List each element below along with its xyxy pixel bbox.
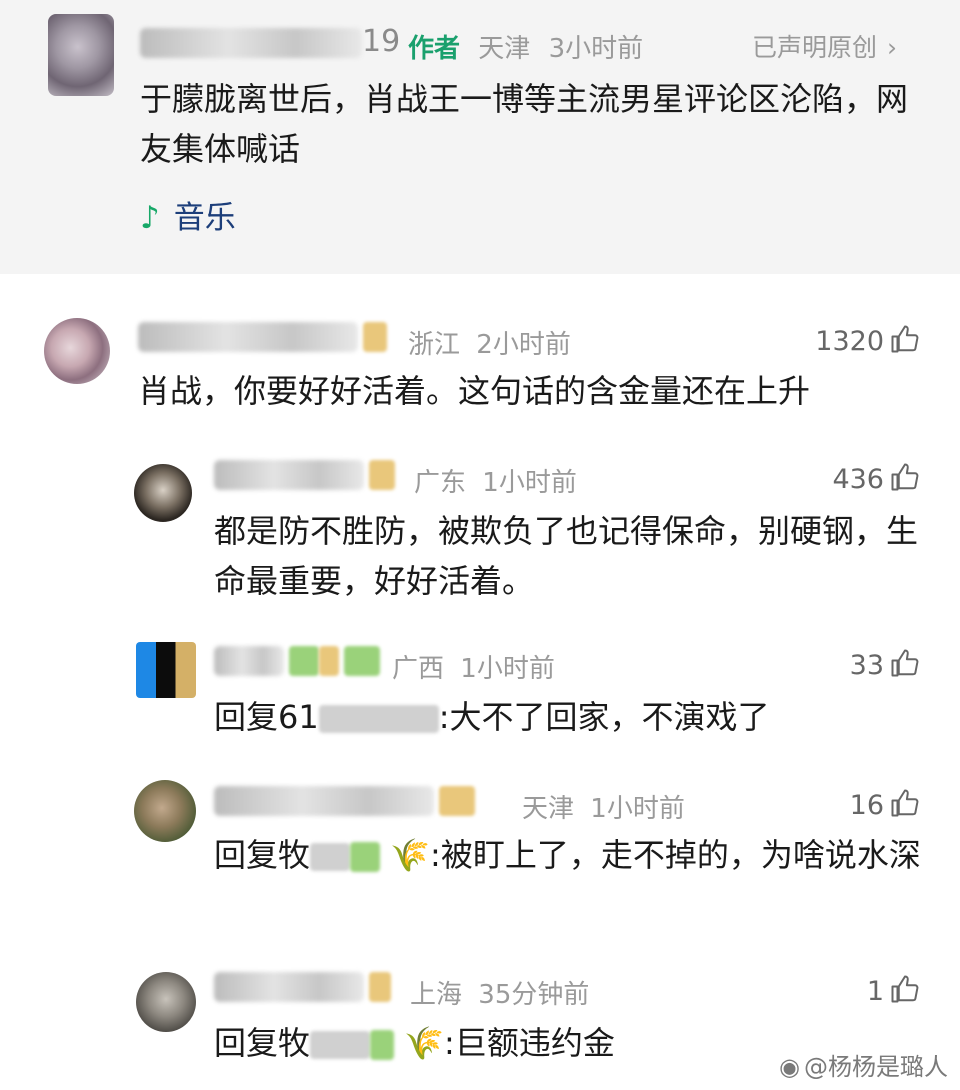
weibo-watermark: ◉ @杨杨是璐人 [779, 1053, 948, 1081]
commenter-avatar[interactable] [134, 780, 196, 842]
commenter-avatar[interactable] [136, 972, 196, 1032]
author-avatar[interactable] [48, 14, 114, 96]
thumbs-up-icon [891, 649, 919, 677]
like-count: 33 [849, 650, 884, 681]
like-button[interactable]: 33 [850, 648, 920, 681]
like-button[interactable]: 1 [867, 974, 920, 1007]
post-card: 19 作者 天津 3小时前 已声明原创 › 于朦胧离世后，肖战王一博等主流男星评论… [0, 0, 960, 274]
comment-text: 肖战，你要好好活着。这句话的含金量还在上升 [138, 372, 811, 410]
commenter-name[interactable] [138, 322, 388, 352]
thumbs-up-icon [891, 463, 919, 491]
like-count: 436 [832, 464, 884, 495]
thumbs-up-icon [891, 975, 919, 1003]
weibo-logo-icon: ◉ [779, 1053, 800, 1081]
commenter-avatar[interactable] [134, 464, 192, 522]
author-badge: 作者 [408, 34, 461, 64]
post-title: 于朦胧离世后，肖战王一博等主流男星评论区沦陷，网友集体喊话 [140, 80, 909, 168]
author-name[interactable]: 19 [140, 24, 400, 59]
reply-body: :被盯上了，走不掉的，为啥说水深 [430, 836, 921, 874]
comment-meta: 浙江 2小时前 [408, 330, 571, 360]
thumbs-up-icon [891, 325, 919, 353]
like-count: 1320 [815, 326, 884, 357]
reply-prefix: 回复牧 [214, 836, 311, 874]
reply-prefix: 回复牧 [214, 1024, 311, 1062]
commenter-avatar[interactable] [136, 642, 196, 698]
post-location: 天津 [478, 34, 531, 64]
commenter-name[interactable] [214, 646, 381, 676]
comment-text: 回复61 :大不了回家，不演戏了 [214, 692, 934, 742]
thumbs-up-icon [891, 789, 919, 817]
emoji-rice-icon: 🌾 [390, 836, 431, 874]
comment-text: 回复牧 🌾:被盯上了，走不掉的，为啥说水深 [214, 830, 934, 880]
chevron-right-icon: › [887, 33, 898, 62]
like-button[interactable]: 1320 [815, 324, 920, 357]
music-note-icon: ♪ [140, 200, 160, 236]
music-link[interactable]: ♪ 音乐 [140, 192, 236, 237]
commenter-name[interactable] [214, 460, 396, 490]
commenter-name[interactable] [214, 972, 392, 1002]
reply-body: :大不了回家，不演戏了 [438, 698, 770, 736]
comment-meta: 上海 35分钟前 [410, 980, 590, 1010]
like-count: 1 [866, 976, 884, 1007]
post-time: 3小时前 [548, 34, 644, 64]
like-button[interactable]: 16 [850, 788, 920, 821]
like-count: 16 [849, 790, 884, 821]
comment-meta: 天津 1小时前 [522, 794, 685, 824]
comment-text: 都是防不胜防，被欺负了也记得保命，别硬钢，生命最重要，好好活着。 [214, 512, 919, 600]
post-meta: 作者 天津 3小时前 [408, 28, 643, 65]
reply-prefix: 回复61 [214, 698, 319, 736]
comment-meta: 广东 1小时前 [414, 468, 577, 498]
original-declaration-link[interactable]: 已声明原创 › [752, 28, 897, 64]
commenter-name[interactable] [214, 786, 476, 816]
commenter-avatar[interactable] [44, 318, 110, 384]
like-button[interactable]: 436 [832, 462, 920, 495]
emoji-rice-icon: 🌾 [404, 1024, 445, 1062]
reply-body: :巨额违约金 [444, 1024, 615, 1062]
comment-meta: 广西 1小时前 [392, 654, 555, 684]
